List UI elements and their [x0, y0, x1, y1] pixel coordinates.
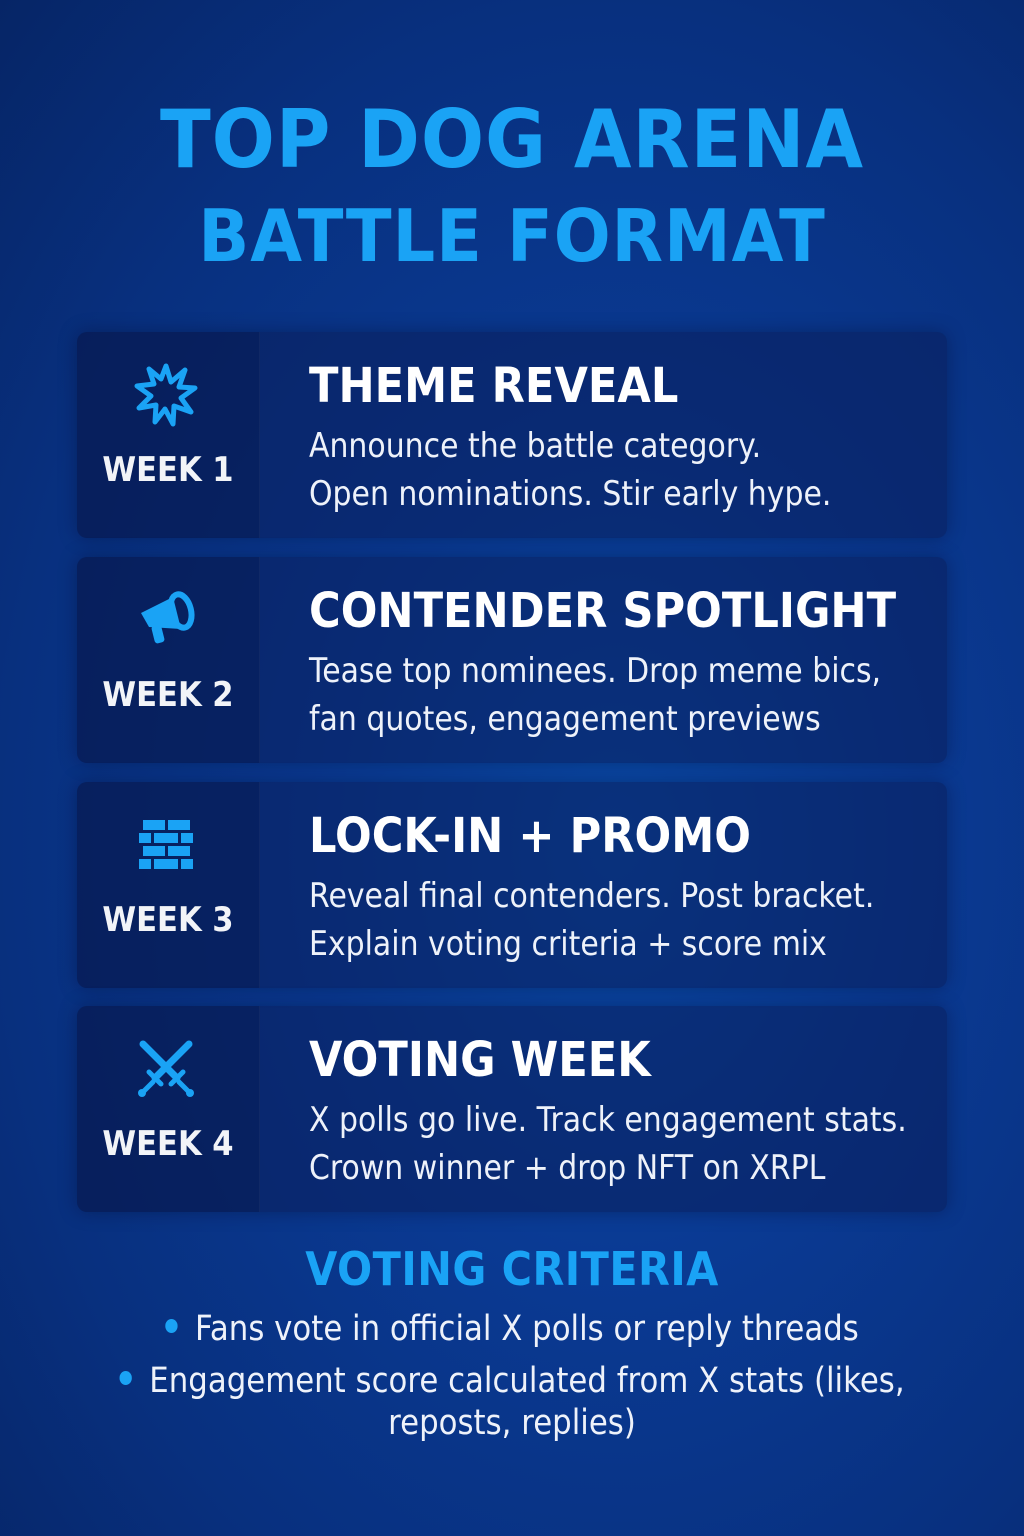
page-title: TOP DOG ARENA BATTLE FORMAT — [0, 93, 1024, 278]
criteria-text: reposts, replies) — [388, 1403, 636, 1443]
week-card-1-content: THEME REVEAL Announce the battle categor… — [309, 358, 939, 518]
list-item-continuation: reposts, replies) — [61, 1400, 962, 1446]
list-item: Engagement score calculated from X stats… — [61, 1358, 962, 1404]
week-heading: THEME REVEAL — [309, 358, 679, 414]
week-description-line: Open nominations. Stir early hype. — [309, 474, 832, 514]
week-card-3: WEEK 3 LOCK-IN + PROMO Reveal final cont… — [77, 782, 947, 988]
criteria-text: Engagement score calculated from X stats… — [149, 1361, 905, 1401]
week-description: Tease top nominees. Drop meme bics, fan … — [309, 647, 882, 743]
week-card-3-side: WEEK 3 — [77, 782, 260, 988]
week-card-2-content: CONTENDER SPOTLIGHT Tease top nominees. … — [309, 583, 939, 743]
week-card-1: WEEK 1 THEME REVEAL Announce the battle … — [77, 332, 947, 538]
week-heading: LOCK-IN + PROMO — [309, 808, 751, 864]
criteria-text: Fans vote in official X polls or reply t… — [195, 1309, 859, 1349]
week-description-line: Announce the battle category. — [309, 426, 762, 466]
week-description-line: Tease top nominees. Drop meme bics, — [309, 651, 882, 691]
week-card-4-side: WEEK 4 — [77, 1006, 260, 1212]
bullet-icon — [165, 1319, 178, 1333]
burst-icon — [134, 363, 198, 427]
voting-criteria-section: VOTING CRITERIA Fans vote in official X … — [0, 1242, 1024, 1452]
week-label: WEEK 4 — [102, 1124, 234, 1164]
bullet-icon — [119, 1371, 132, 1385]
week-description: Reveal final contenders. Post bracket. E… — [309, 872, 875, 968]
week-description-line: Explain voting criteria + score mix — [309, 924, 827, 964]
criteria-list: Fans vote in official X polls or reply t… — [0, 1306, 1024, 1446]
week-heading: VOTING WEEK — [309, 1032, 651, 1088]
week-card-2-side: WEEK 2 — [77, 557, 260, 763]
week-description-line: fan quotes, engagement previews — [309, 699, 821, 739]
brick-wall-icon — [139, 820, 193, 869]
voting-criteria-title: VOTING CRITERIA — [305, 1242, 719, 1296]
week-heading: CONTENDER SPOTLIGHT — [309, 583, 897, 639]
week-label: WEEK 1 — [102, 450, 234, 490]
week-card-4-content: VOTING WEEK X polls go live. Track engag… — [309, 1032, 939, 1192]
week-card-3-content: LOCK-IN + PROMO Reveal final contenders.… — [309, 808, 939, 968]
week-description: X polls go live. Track engagement stats.… — [309, 1096, 907, 1192]
megaphone-icon — [141, 591, 195, 644]
title-line-2: BATTLE FORMAT — [198, 194, 826, 278]
week-description-line: Crown winner + drop NFT on XRPL — [309, 1148, 826, 1188]
list-item: Fans vote in official X polls or reply t… — [61, 1306, 962, 1352]
week-description: Announce the battle category. Open nomin… — [309, 422, 863, 518]
week-card-2: WEEK 2 CONTENDER SPOTLIGHT Tease top nom… — [77, 557, 947, 763]
week-description-line: Reveal final contenders. Post bracket. — [309, 876, 875, 916]
week-label: WEEK 3 — [102, 900, 234, 940]
crossed-swords-icon — [138, 1040, 194, 1097]
title-line-1: TOP DOG ARENA — [159, 93, 865, 186]
week-label: WEEK 2 — [102, 675, 234, 715]
week-card-1-side: WEEK 1 — [77, 332, 260, 538]
week-card-4: WEEK 4 VOTING WEEK X polls go live. Trac… — [77, 1006, 947, 1212]
week-description-line: X polls go live. Track engagement stats. — [309, 1100, 907, 1140]
